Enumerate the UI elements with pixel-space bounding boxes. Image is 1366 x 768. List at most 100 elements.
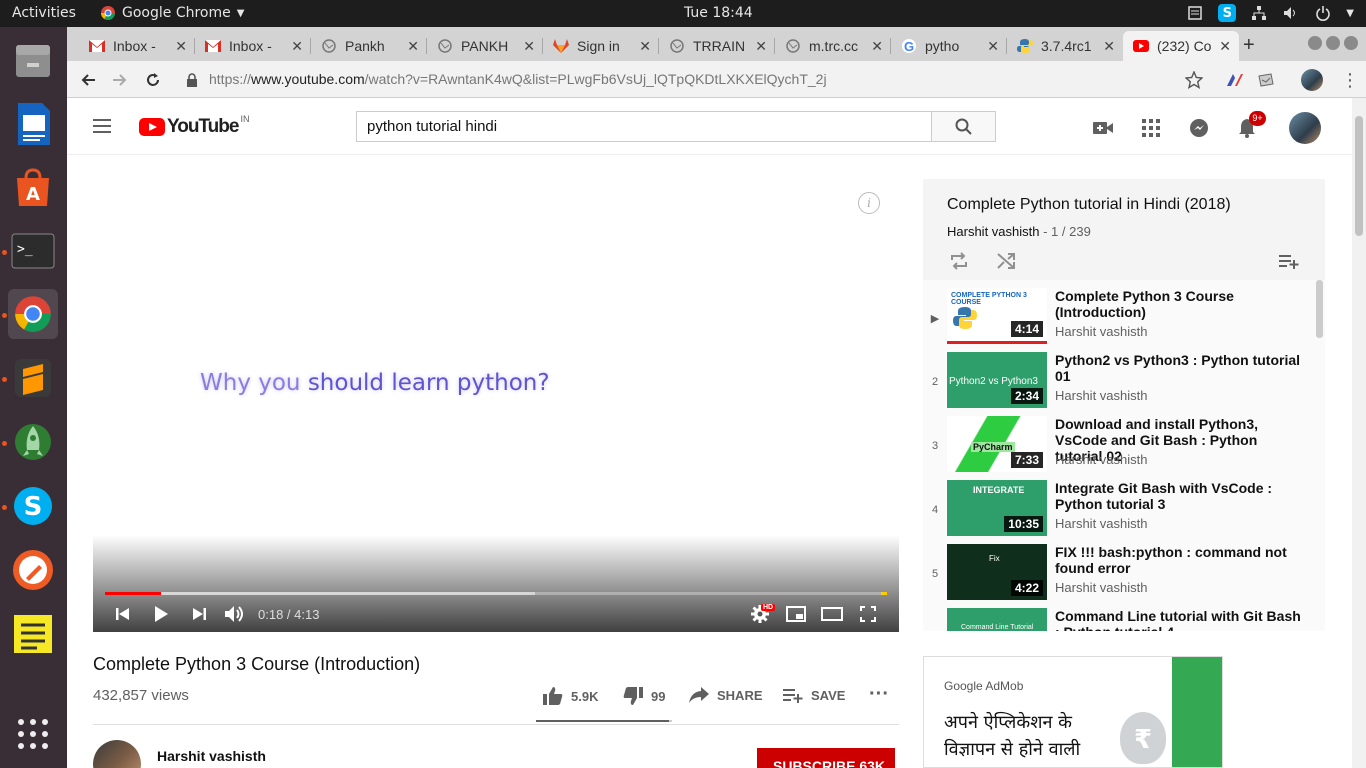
play-button[interactable]: [149, 602, 173, 626]
tab-trrain[interactable]: TRRAIN ✕: [659, 31, 775, 61]
maximize-button[interactable]: [1326, 36, 1340, 50]
miniplayer-icon[interactable]: [784, 602, 808, 626]
playlist-video-title[interactable]: Python2 vs Python3 : Python tutorial 01: [1055, 352, 1305, 384]
tab-pankh[interactable]: Pankh ✕: [311, 31, 427, 61]
page-scrollbar-thumb[interactable]: [1355, 116, 1363, 236]
close-icon[interactable]: ✕: [291, 38, 303, 55]
video-thumbnail[interactable]: COMPLETE PYTHON 3 COURSE 4:14: [947, 288, 1047, 344]
extension-icon[interactable]: [1223, 69, 1245, 91]
page-scrollbar[interactable]: [1352, 98, 1366, 768]
video-player[interactable]: i Why you should learn python? 0:18 / 4:…: [93, 155, 899, 632]
tab-youtube-active[interactable]: (232) Co ✕: [1123, 31, 1239, 61]
subscribe-button[interactable]: SUBSCRIBE 63K: [757, 748, 895, 768]
theater-mode-icon[interactable]: [820, 602, 844, 626]
rocket-icon[interactable]: [8, 417, 58, 467]
shuffle-icon[interactable]: [995, 249, 1019, 273]
search-button[interactable]: [931, 111, 996, 142]
terminal-icon[interactable]: >_: [8, 226, 58, 276]
tab-inbox-1[interactable]: Inbox - ✕: [79, 31, 195, 61]
save-button[interactable]: SAVE: [783, 687, 845, 703]
account-avatar[interactable]: [1289, 112, 1321, 144]
share-button[interactable]: SHARE: [689, 687, 763, 703]
close-icon[interactable]: ✕: [755, 38, 767, 55]
software-center-icon[interactable]: A: [8, 162, 58, 212]
playlist-video-title[interactable]: FIX !!! bash:python : command not found …: [1055, 544, 1305, 576]
playlist-item-4[interactable]: 4 INTEGRATE 10:35 Integrate Git Bash wit…: [923, 480, 1315, 540]
volume-icon[interactable]: [222, 602, 246, 626]
video-thumbnail[interactable]: Command Line Tutorial: [947, 608, 1047, 631]
previous-icon[interactable]: [111, 602, 135, 626]
skype-tray-icon[interactable]: S: [1218, 4, 1237, 22]
tab-inbox-2[interactable]: Inbox - ✕: [195, 31, 311, 61]
tab-pankh-caps[interactable]: PANKH ✕: [427, 31, 543, 61]
playlist-video-title[interactable]: Integrate Git Bash with VsCode : Python …: [1055, 480, 1305, 512]
forward-button[interactable]: [109, 69, 131, 91]
search-input[interactable]: [356, 111, 932, 142]
chrome-icon[interactable]: [8, 289, 58, 339]
close-icon[interactable]: ✕: [1103, 38, 1115, 55]
reload-button[interactable]: [142, 69, 164, 91]
tab-google-python[interactable]: G pytho ✕: [891, 31, 1007, 61]
extension-icon-2[interactable]: [1255, 69, 1277, 91]
playlist-item-1[interactable]: ▶ COMPLETE PYTHON 3 COURSE 4:14 Complete…: [923, 288, 1315, 348]
add-to-playlist-icon[interactable]: [1277, 249, 1301, 273]
next-icon[interactable]: [187, 602, 211, 626]
loop-icon[interactable]: [947, 249, 971, 273]
bookmark-star-icon[interactable]: [1183, 69, 1205, 91]
profile-avatar[interactable]: [1301, 69, 1323, 91]
writer-icon[interactable]: [8, 99, 58, 149]
youtube-logo[interactable]: YouTube IN: [139, 114, 249, 138]
like-button[interactable]: 5.9K: [543, 687, 598, 705]
playlist-item-6[interactable]: Command Line Tutorial Command Line tutor…: [923, 608, 1315, 631]
playlist-owner[interactable]: Harshit vashisth: [947, 224, 1039, 239]
playlist-video-title[interactable]: Complete Python 3 Course (Introduction): [1055, 288, 1305, 320]
apps-grid-icon[interactable]: [8, 709, 58, 759]
apps-icon[interactable]: [1139, 116, 1163, 140]
playlist-item-2[interactable]: 2 Python2 vs Python3 2:34 Python2 vs Pyt…: [923, 352, 1315, 412]
channel-avatar[interactable]: [93, 740, 141, 768]
video-thumbnail[interactable]: INTEGRATE 10:35: [947, 480, 1047, 536]
info-icon[interactable]: i: [858, 192, 880, 214]
close-icon[interactable]: ✕: [639, 38, 651, 55]
lock-icon[interactable]: [181, 69, 203, 91]
playlist-item-5[interactable]: 5 Fix 4:22 FIX !!! bash:python : command…: [923, 544, 1315, 604]
progress-bar[interactable]: [105, 592, 887, 595]
sublime-icon[interactable]: [8, 353, 58, 403]
volume-icon[interactable]: [1282, 4, 1300, 22]
dislike-button[interactable]: 99: [623, 687, 665, 705]
hamburger-menu-icon[interactable]: [93, 119, 111, 133]
files-icon[interactable]: [8, 35, 58, 85]
menu-kebab-icon[interactable]: ⋮: [1339, 69, 1361, 91]
postman-icon[interactable]: [8, 545, 58, 595]
tab-sign-in[interactable]: Sign in ✕: [543, 31, 659, 61]
tab-mtrc[interactable]: m.trc.cc ✕: [775, 31, 891, 61]
close-window-button[interactable]: [1344, 36, 1358, 50]
playlist-scrollbar[interactable]: [1316, 280, 1323, 338]
url-field[interactable]: https://www.youtube.com/watch?v=RAwntanK…: [209, 71, 827, 87]
chevron-down-icon[interactable]: ▼: [1346, 8, 1354, 19]
video-thumbnail[interactable]: Python2 vs Python3 2:34: [947, 352, 1047, 408]
fullscreen-icon[interactable]: [856, 602, 880, 626]
minimize-button[interactable]: [1308, 36, 1322, 50]
more-actions-icon[interactable]: ···: [869, 683, 889, 706]
video-thumbnail[interactable]: PyCharm 7:33: [947, 416, 1047, 472]
activities-button[interactable]: Activities: [12, 5, 76, 21]
notes-icon[interactable]: [8, 609, 58, 659]
close-icon[interactable]: ✕: [175, 38, 187, 55]
close-icon[interactable]: ✕: [871, 38, 883, 55]
video-thumbnail[interactable]: Fix 4:22: [947, 544, 1047, 600]
close-icon[interactable]: ✕: [523, 38, 535, 55]
new-tab-button[interactable]: +: [1243, 34, 1255, 57]
clock[interactable]: Tue 18:44: [684, 5, 753, 21]
skype-icon[interactable]: S: [8, 481, 58, 531]
channel-name[interactable]: Harshit vashisth: [157, 748, 266, 764]
close-icon[interactable]: ✕: [987, 38, 999, 55]
power-icon[interactable]: [1314, 4, 1332, 22]
playlist-video-title[interactable]: Command Line tutorial with Git Bash : Py…: [1055, 608, 1305, 631]
create-video-icon[interactable]: [1091, 116, 1115, 140]
close-icon[interactable]: ✕: [1219, 38, 1231, 55]
ad-banner[interactable]: Ad ⌄ Google AdMob अपने ऐप्लिकेशन के विज्…: [923, 656, 1223, 768]
tab-python-release[interactable]: 3.7.4rc1 ✕: [1007, 31, 1123, 61]
close-icon[interactable]: ✕: [407, 38, 419, 55]
back-button[interactable]: [77, 69, 99, 91]
